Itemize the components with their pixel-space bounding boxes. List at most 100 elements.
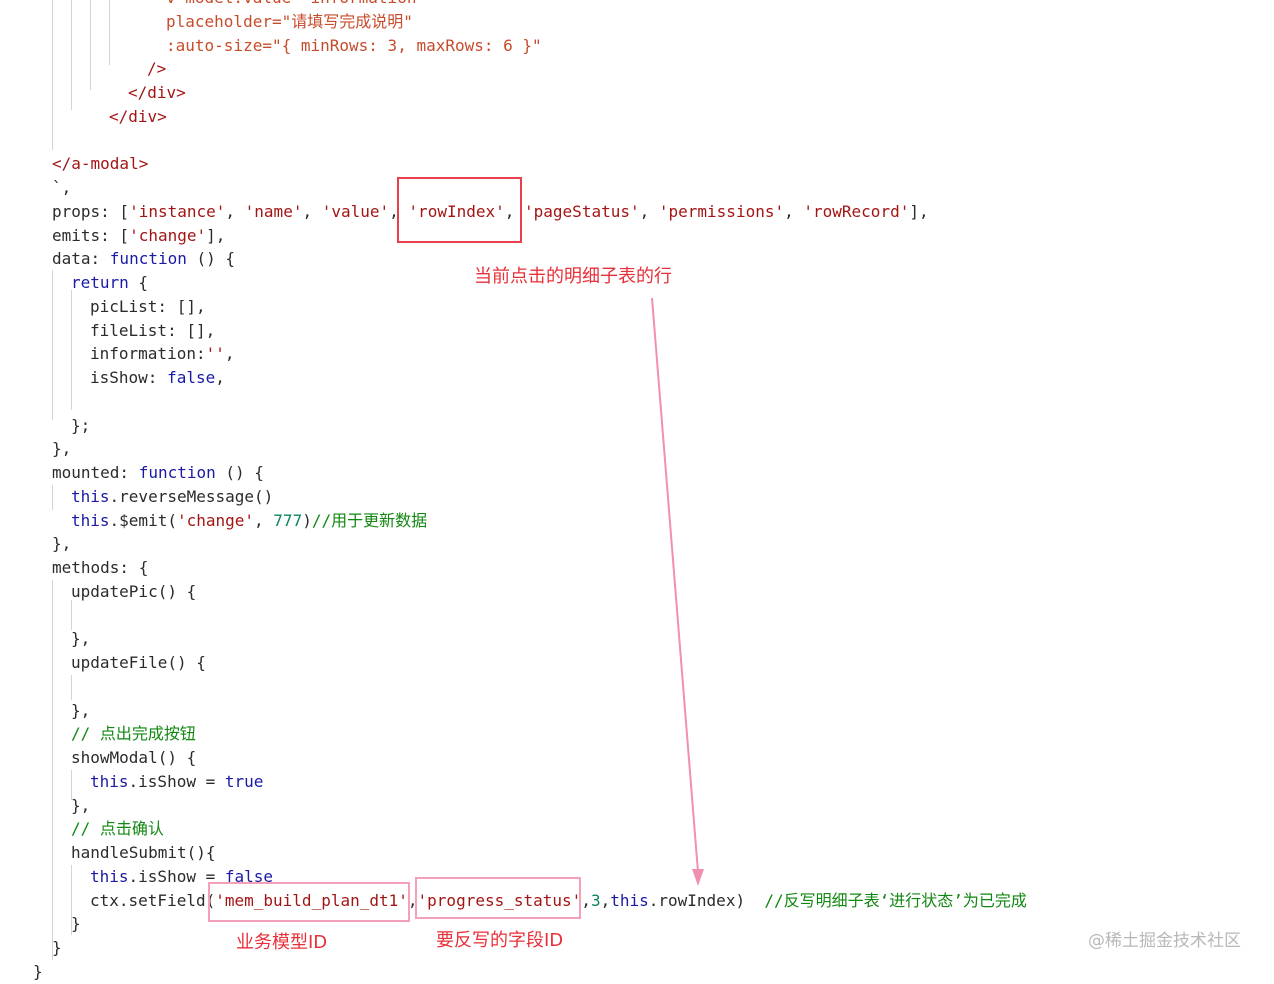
watermark: @稀土掘金技术社区 xyxy=(1088,931,1241,951)
code-token: updateFile() { xyxy=(71,653,206,672)
rowindex-annotation: 当前点击的明细子表的行 xyxy=(474,266,672,287)
code-token: , xyxy=(581,890,591,910)
code-token: </div> xyxy=(109,106,167,126)
code-token: 'instance' xyxy=(129,201,226,221)
code-editor: v-model:value="information" placeholder="… xyxy=(0,0,1274,981)
code-token: :auto-size="{ minRows: 3, maxRows: 6 }" xyxy=(166,35,542,55)
code-line: } xyxy=(71,912,81,936)
code-token: function xyxy=(138,463,216,482)
code-token: () { xyxy=(215,463,264,482)
code-token: .$emit( xyxy=(109,510,177,530)
code-token: /> xyxy=(147,59,167,79)
field-id-annotation: 要反写的字段ID xyxy=(436,930,564,951)
code-token: 'value' xyxy=(321,201,390,221)
code-token: , xyxy=(302,201,322,221)
code-token: information: xyxy=(90,344,206,364)
code-token: 'rowRecord' xyxy=(803,201,910,221)
code-token: handleSubmit(){ xyxy=(71,843,216,862)
code-line: }, xyxy=(71,794,90,818)
code-line: methods: { xyxy=(52,556,148,580)
indent-guide xyxy=(71,675,72,700)
code-token: //反写明细子表‘进行状态’为已完成 xyxy=(764,890,1027,910)
code-token: //用于更新数据 xyxy=(311,510,428,530)
code-token: } xyxy=(33,961,43,981)
indent-guide xyxy=(52,270,53,420)
code-token: } xyxy=(71,914,81,934)
code-line: picList: [], xyxy=(90,295,206,319)
code-token: // 点击确认 xyxy=(71,819,164,839)
code-line: // 点击确认 xyxy=(71,817,164,841)
code-token: fileList: [], xyxy=(90,320,216,340)
code-token: ], xyxy=(206,225,226,245)
code-line: v-model:value="information" xyxy=(166,0,426,10)
code-token: updatePic() { xyxy=(71,581,197,601)
code-token: .reverseMessage() xyxy=(109,486,274,506)
code-token: }; xyxy=(71,415,91,435)
code-token: function xyxy=(109,249,187,269)
code-token: `, xyxy=(52,178,72,197)
code-token: , xyxy=(639,201,659,221)
indent-guide xyxy=(52,0,53,150)
code-token: } xyxy=(52,938,62,957)
code-token: 'name' xyxy=(244,201,303,221)
code-line: </a-modal> xyxy=(52,152,148,176)
code-token: }, xyxy=(71,700,91,720)
code-token: </a-modal> xyxy=(52,154,149,174)
code-token: this xyxy=(610,890,649,910)
code-token: true xyxy=(224,771,264,791)
code-line: :auto-size="{ minRows: 3, maxRows: 6 }" xyxy=(166,34,542,58)
code-token: , xyxy=(784,201,804,221)
code-token: 3 xyxy=(590,890,601,910)
code-token: showModal() { xyxy=(71,748,197,767)
code-token: mounted: xyxy=(52,463,139,482)
code-line: } xyxy=(33,960,43,984)
code-token: , xyxy=(600,890,611,910)
code-token: '' xyxy=(205,344,225,364)
code-token: data: xyxy=(52,249,110,269)
code-line: } xyxy=(52,936,62,960)
code-line: `, xyxy=(52,176,71,200)
code-line: updatePic() { xyxy=(71,580,196,604)
code-line: showModal() { xyxy=(71,746,196,770)
code-line: }, xyxy=(52,437,71,461)
indent-guide xyxy=(71,0,72,110)
model-id-annotation: 业务模型ID xyxy=(236,932,328,953)
code-token: methods: { xyxy=(52,558,149,577)
code-token: ctx.setField( xyxy=(90,890,216,910)
indent-guide xyxy=(52,580,53,960)
code-token: 'pageStatus' xyxy=(524,201,640,221)
code-line: return { xyxy=(71,271,148,295)
indent-guide xyxy=(52,485,53,510)
rowindex-highlight-box xyxy=(397,177,522,243)
model-id-highlight-box xyxy=(208,882,410,922)
indent-guide xyxy=(109,0,110,65)
code-token: </div> xyxy=(128,83,186,102)
code-token: , xyxy=(254,510,274,530)
code-token: this xyxy=(71,510,110,530)
code-token: isShow: xyxy=(90,368,168,387)
code-token: return xyxy=(71,273,129,292)
code-line: mounted: function () { xyxy=(52,461,264,485)
code-token: emits: [ xyxy=(52,225,130,245)
code-line: isShow: false, xyxy=(90,366,225,390)
code-token: 'change' xyxy=(129,225,207,245)
code-line: placeholder="请填写完成说明" xyxy=(166,10,413,34)
code-line: data: function () { xyxy=(52,247,235,271)
indent-guide xyxy=(71,290,72,410)
code-line: updateFile() { xyxy=(71,651,206,675)
code-token: false xyxy=(167,368,216,387)
code-line: this.$emit('change', 777)//用于更新数据 xyxy=(71,509,427,533)
code-token: , xyxy=(215,368,225,387)
code-token: }, xyxy=(52,534,72,554)
code-token: placeholder="请填写完成说明" xyxy=(166,11,413,31)
code-token: 'permissions' xyxy=(658,201,785,221)
code-line: }, xyxy=(71,699,90,723)
code-token: .isShow = xyxy=(128,771,225,791)
code-token: , xyxy=(225,201,245,221)
code-token: v-model:value="information" xyxy=(166,0,426,7)
code-line: this.reverseMessage() xyxy=(71,485,273,509)
code-token: 'change' xyxy=(176,510,255,530)
code-token: this xyxy=(90,866,129,886)
code-token: ) xyxy=(302,510,312,530)
code-line: /> xyxy=(147,57,166,81)
